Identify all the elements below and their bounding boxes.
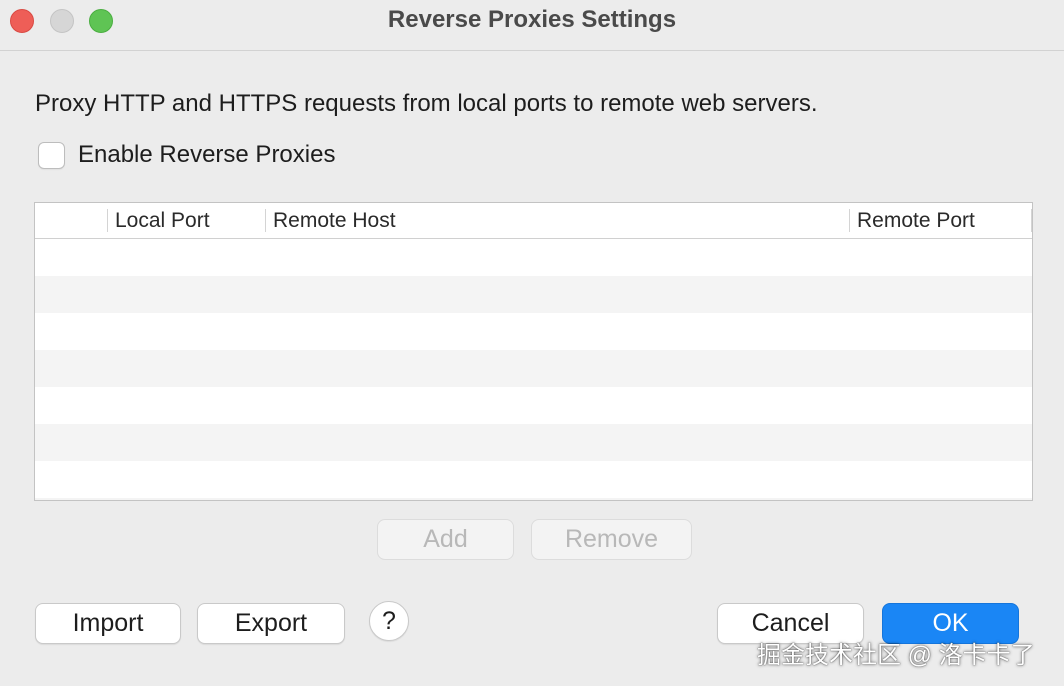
description-text: Proxy HTTP and HTTPS requests from local…	[35, 90, 818, 117]
column-header-remote-host[interactable]: Remote Host	[273, 203, 396, 238]
watermark-text: 掘金技术社区 @ 洛卡卡了	[757, 642, 1035, 669]
add-button[interactable]: Add	[377, 519, 514, 560]
help-button[interactable]: ?	[369, 601, 409, 641]
empty-table-row	[35, 313, 1032, 350]
empty-table-row	[35, 350, 1032, 387]
column-divider[interactable]	[265, 209, 266, 232]
empty-table-row	[35, 498, 1032, 500]
column-divider[interactable]	[849, 209, 850, 232]
remove-button[interactable]: Remove	[531, 519, 692, 560]
empty-table-row	[35, 276, 1032, 313]
column-divider[interactable]	[107, 209, 108, 232]
enable-reverse-proxies-row[interactable]: Enable Reverse Proxies	[38, 140, 335, 170]
window-title: Reverse Proxies Settings	[387, 6, 677, 33]
empty-table-row	[35, 239, 1032, 276]
enable-reverse-proxies-checkbox[interactable]	[38, 141, 65, 169]
empty-table-row	[35, 387, 1032, 424]
import-button[interactable]: Import	[35, 603, 181, 644]
table-header: Local Port Remote Host Remote Port	[35, 203, 1032, 239]
column-header-local-port[interactable]: Local Port	[115, 203, 210, 238]
enable-reverse-proxies-label[interactable]: Enable Reverse Proxies	[78, 141, 335, 169]
proxies-table[interactable]: Local Port Remote Host Remote Port	[34, 202, 1033, 501]
title-bar: Reverse Proxies Settings	[0, 0, 1064, 51]
column-header-remote-port[interactable]: Remote Port	[857, 203, 975, 238]
table-body[interactable]	[35, 239, 1032, 500]
export-button[interactable]: Export	[197, 603, 345, 644]
column-divider	[1031, 209, 1032, 232]
reverse-proxies-settings-window: Reverse Proxies Settings Proxy HTTP and …	[0, 0, 1064, 686]
empty-table-row	[35, 424, 1032, 461]
empty-table-row	[35, 461, 1032, 498]
